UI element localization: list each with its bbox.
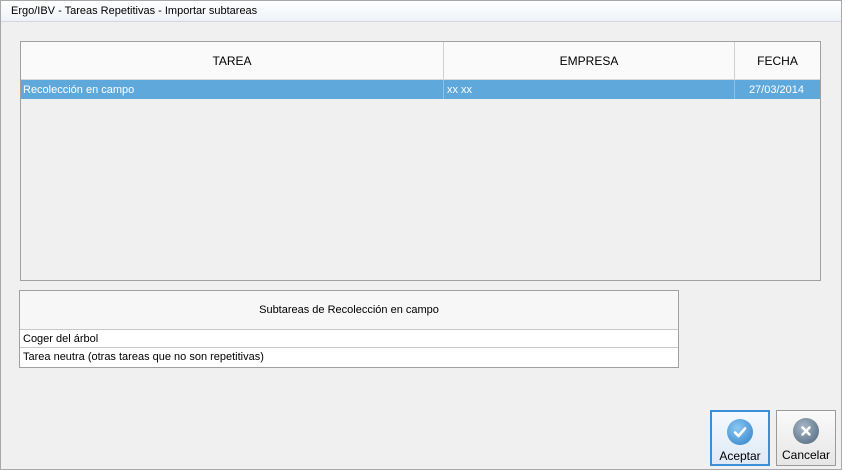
column-header-tarea[interactable]: TAREA: [21, 42, 444, 79]
window-title: Ergo/IBV - Tareas Repetitivas - Importar…: [11, 5, 258, 17]
cell-empresa: xx xx: [444, 80, 735, 99]
list-item[interactable]: Tarea neutra (otras tareas que no son re…: [20, 348, 678, 366]
checkmark-icon: [727, 419, 753, 445]
cell-fecha: 27/03/2014: [748, 83, 804, 96]
accept-button-label: Aceptar: [719, 449, 761, 463]
column-header-fecha[interactable]: FECHA: [735, 42, 820, 79]
dialog-window: Ergo/IBV - Tareas Repetitivas - Importar…: [0, 0, 842, 470]
table-row[interactable]: Recolección en campo xx xx 27/03/2014: [21, 80, 820, 99]
column-header-empresa[interactable]: EMPRESA: [444, 42, 735, 79]
title-bar[interactable]: Ergo/IBV - Tareas Repetitivas - Importar…: [1, 1, 841, 22]
cancel-button-label: Cancelar: [781, 448, 831, 462]
cell-tarea: Recolección en campo: [21, 80, 444, 99]
list-item[interactable]: Coger del árbol: [20, 330, 678, 348]
close-icon: [793, 418, 819, 444]
subtasks-header: Subtareas de Recolección en campo: [20, 291, 678, 330]
tasks-table[interactable]: TAREA EMPRESA FECHA Recolección en campo…: [20, 41, 821, 281]
cancel-button[interactable]: Cancelar: [776, 410, 836, 466]
accept-button[interactable]: Aceptar: [710, 410, 770, 466]
subtasks-list[interactable]: Subtareas de Recolección en campo Coger …: [19, 290, 679, 368]
tasks-table-header: TAREA EMPRESA FECHA: [21, 42, 820, 80]
